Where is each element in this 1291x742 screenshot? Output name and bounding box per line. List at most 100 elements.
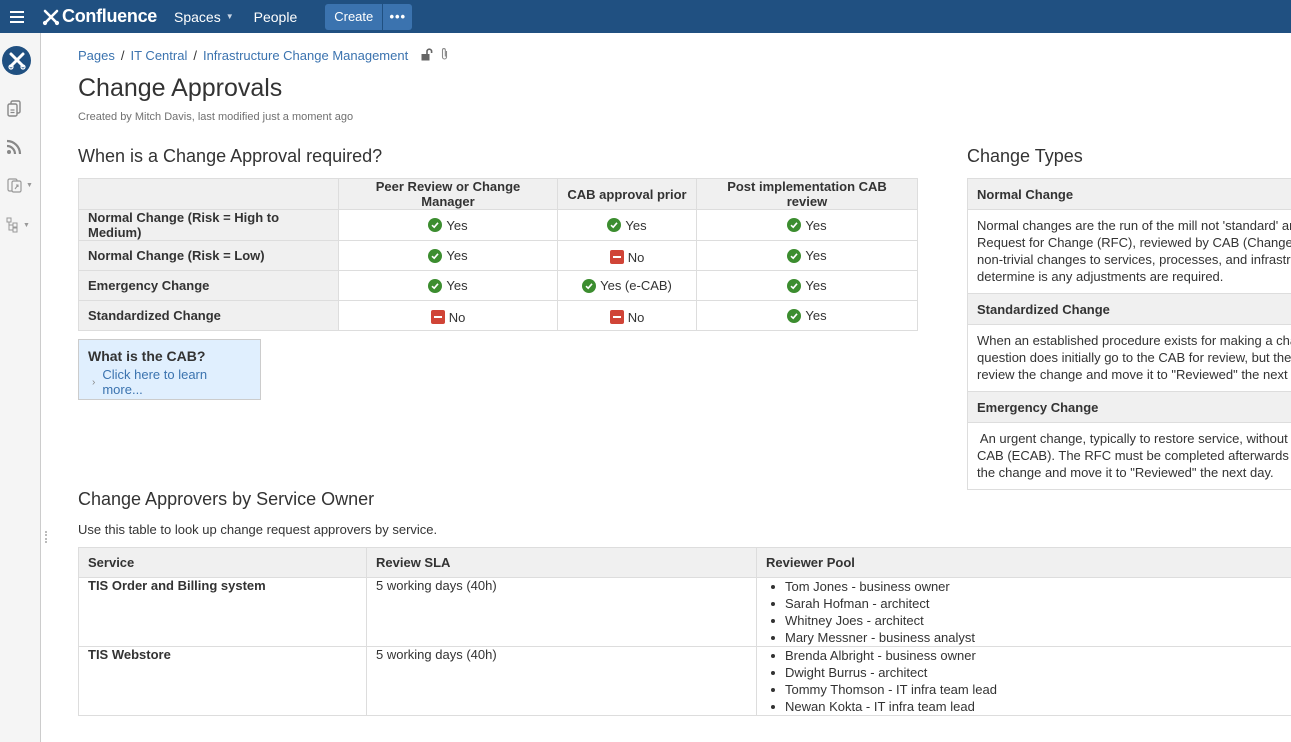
change-types-heading: Change Types bbox=[967, 146, 1083, 166]
hamburger-icon bbox=[10, 15, 24, 18]
check-icon bbox=[428, 278, 443, 293]
minus-icon bbox=[609, 310, 624, 325]
service-cell: TIS Webstore bbox=[78, 646, 367, 716]
description-line: When an established procedure exists for… bbox=[977, 333, 1291, 348]
breadcrumb-infrastructure-change-management[interactable]: Infrastructure Change Management bbox=[203, 48, 408, 63]
approval-cell: Yes bbox=[338, 270, 558, 301]
status-text: Yes (e-CAB) bbox=[600, 278, 672, 294]
list-item: Whitney Joes - architect bbox=[766, 612, 1291, 629]
status-text: Yes bbox=[446, 278, 468, 294]
spaces-menu[interactable]: Spaces ▼ bbox=[174, 9, 234, 25]
list-item: Tom Jones - business owner bbox=[766, 578, 1291, 595]
table-row: TIS Order and Billing system 5 working da… bbox=[78, 577, 1291, 647]
status-text: Yes bbox=[805, 217, 827, 233]
cab-learn-more-expander[interactable]: › Click here to learn more... bbox=[88, 367, 251, 397]
status-badge: No bbox=[609, 309, 645, 325]
approvers-section-heading: Change Approvers by Service Owner bbox=[78, 489, 375, 509]
description-line: question does initially go to the CAB fo… bbox=[977, 350, 1291, 365]
status-text: Yes bbox=[805, 278, 827, 294]
approval-cell: Yes bbox=[338, 209, 558, 241]
approval-cell: No bbox=[557, 300, 697, 331]
change-type-description-row: When an established procedure exists for… bbox=[968, 324, 1291, 392]
page-byline: Created by Mitch Davis, last modified ju… bbox=[78, 111, 354, 123]
cab-info-panel: What is the CAB? › Click here to learn m… bbox=[78, 339, 261, 400]
status-badge: Yes bbox=[787, 248, 827, 264]
approval-row: Emergency Change Yes Yes (e-CAB) Yes bbox=[78, 270, 918, 301]
column-header: Post implementation CAB review bbox=[696, 178, 918, 210]
breadcrumb-it-central[interactable]: IT Central bbox=[131, 48, 188, 63]
page-title: Change Approvals bbox=[78, 74, 283, 102]
approval-cell: Yes bbox=[338, 240, 558, 271]
reviewer-list: Tom Jones - business owner Sarah Hofman -… bbox=[766, 578, 1291, 646]
change-type-title: Emergency Change bbox=[968, 391, 1291, 423]
sidebar-page-tree[interactable]: ▼ bbox=[6, 215, 36, 235]
breadcrumb-separator: / bbox=[193, 48, 197, 63]
status-badge: Yes bbox=[428, 217, 468, 233]
people-link[interactable]: People bbox=[254, 9, 298, 25]
approvers-intro: Use this table to look up change request… bbox=[78, 522, 438, 537]
reviewer-pool-cell: Tom Jones - business owner Sarah Hofman -… bbox=[756, 577, 1291, 647]
column-header: Reviewer Pool bbox=[756, 547, 1291, 578]
service-cell: TIS Order and Billing system bbox=[78, 577, 367, 647]
sidebar-blog[interactable] bbox=[6, 137, 36, 157]
status-badge: Yes bbox=[428, 248, 468, 264]
approval-row: Normal Change (Risk = Low) Yes No Yes bbox=[78, 240, 918, 271]
unlock-icon[interactable] bbox=[421, 47, 433, 64]
column-header: CAB approval prior bbox=[557, 178, 697, 210]
column-header bbox=[78, 178, 339, 210]
space-sidebar: ▼ ▼ bbox=[0, 33, 41, 742]
status-text: Yes bbox=[446, 248, 468, 264]
menu-button[interactable] bbox=[0, 0, 34, 33]
approval-table: Peer Review or Change Manager CAB approv… bbox=[78, 178, 918, 331]
approvers-table: Service Review SLA Reviewer Pool TIS Ord… bbox=[78, 547, 1291, 716]
cab-panel-title: What is the CAB? bbox=[88, 348, 206, 364]
change-type-description: An urgent change, typically to restore s… bbox=[968, 422, 1291, 490]
approval-cell: Yes bbox=[696, 240, 918, 271]
sidebar-resize-handle[interactable] bbox=[45, 531, 47, 543]
status-text: Yes bbox=[446, 217, 468, 233]
spaces-label: Spaces bbox=[174, 8, 221, 25]
table-row: TIS Webstore 5 working days (40h) Brenda A… bbox=[78, 646, 1291, 716]
confluence-logo-icon bbox=[42, 9, 60, 25]
sla-cell: 5 working days (40h) bbox=[366, 577, 757, 647]
change-type-title: Standardized Change bbox=[968, 293, 1291, 325]
check-icon bbox=[787, 248, 802, 263]
approval-cell: No bbox=[338, 300, 558, 331]
change-type-header-row: Standardized Change bbox=[968, 293, 1291, 325]
check-icon bbox=[607, 218, 622, 233]
people-label: People bbox=[253, 8, 298, 25]
breadcrumb-pages[interactable]: Pages bbox=[78, 48, 115, 63]
sidebar-shortcuts[interactable]: ▼ bbox=[6, 175, 36, 195]
list-item: Sarah Hofman - architect bbox=[766, 595, 1291, 612]
space-logo-icon bbox=[7, 52, 26, 70]
blog-feed-icon bbox=[6, 139, 22, 155]
change-type-description-row: Normal changes are the run of the mill n… bbox=[968, 209, 1291, 294]
column-header: Review SLA bbox=[366, 547, 757, 578]
description-line: non-trivial changes to services, process… bbox=[977, 252, 1291, 267]
change-types-table: Normal Change Normal changes are the run … bbox=[968, 178, 1291, 490]
reviewer-list: Brenda Albright - business owner Dwight B… bbox=[766, 647, 1291, 715]
status-text: No bbox=[627, 309, 645, 325]
list-item: Newan Kokta - IT infra team lead bbox=[766, 698, 1291, 715]
create-more-button[interactable]: ••• bbox=[382, 3, 413, 30]
approval-cell: Yes (e-CAB) bbox=[557, 270, 697, 301]
approval-cell: Yes bbox=[696, 270, 918, 301]
attachment-icon[interactable] bbox=[440, 47, 449, 64]
chevron-down-icon: ▼ bbox=[225, 12, 234, 21]
space-logo[interactable] bbox=[2, 46, 31, 75]
breadcrumb-separator: / bbox=[120, 48, 125, 63]
create-button[interactable]: Create bbox=[325, 3, 383, 30]
change-type-description: When an established procedure exists for… bbox=[968, 324, 1291, 392]
confluence-logo[interactable]: Confluence bbox=[42, 6, 157, 27]
cab-learn-more-link[interactable]: Click here to learn more... bbox=[102, 367, 251, 397]
column-header: Peer Review or Change Manager bbox=[338, 178, 558, 210]
description-line: An urgent change, typically to restore s… bbox=[977, 431, 1291, 446]
sidebar-pages[interactable] bbox=[6, 99, 36, 119]
status-badge: No bbox=[609, 250, 644, 265]
approval-table-header: Peer Review or Change Manager CAB approv… bbox=[78, 178, 918, 210]
status-text: No bbox=[448, 309, 466, 325]
approval-row: Standardized Change No No Yes bbox=[78, 300, 918, 331]
top-navigation-bar: Confluence Spaces ▼ People Create ••• bbox=[0, 0, 1291, 33]
chevron-down-icon: ▼ bbox=[26, 181, 33, 189]
status-text: Yes bbox=[805, 248, 827, 264]
